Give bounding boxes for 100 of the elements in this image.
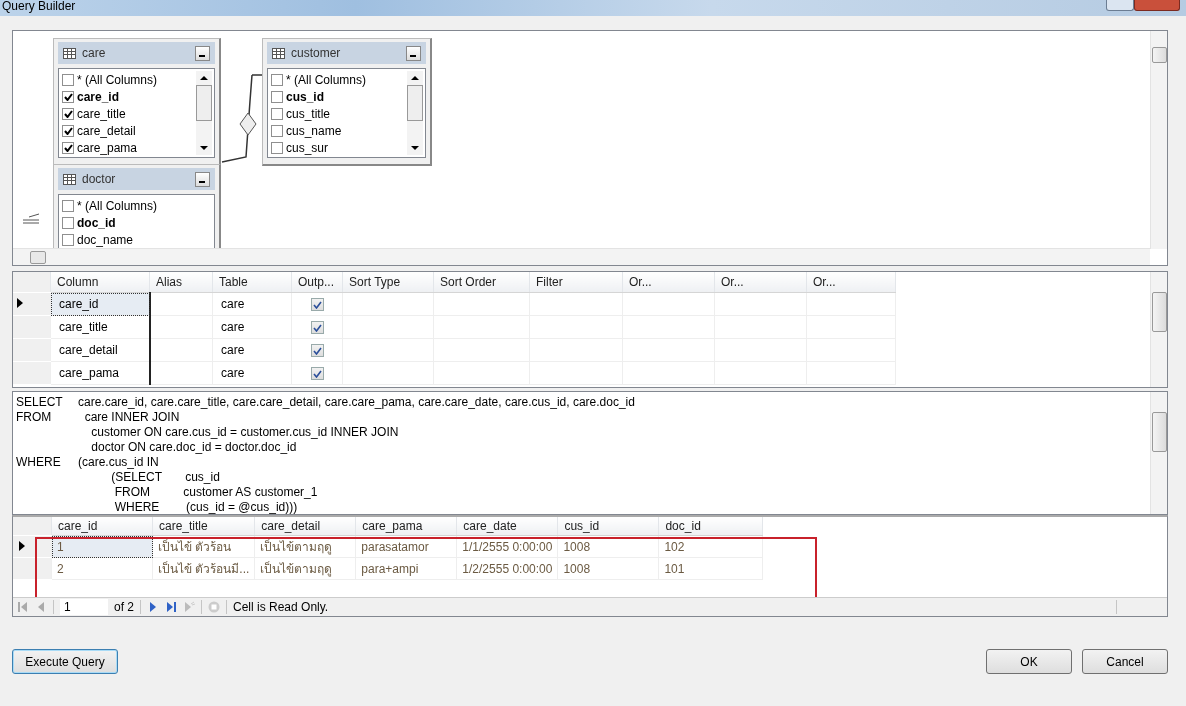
column-name[interactable]: doc_name <box>77 232 134 247</box>
table-cell[interactable] <box>149 292 213 316</box>
table-cell[interactable] <box>529 292 623 316</box>
table-cell[interactable]: parasatamor <box>355 535 457 558</box>
cancel-button[interactable]: Cancel <box>1082 649 1168 674</box>
table-cell[interactable]: 2 <box>51 557 153 580</box>
column-header[interactable]: care_id <box>51 517 153 536</box>
checkbox[interactable] <box>310 321 324 335</box>
column-header[interactable]: Sort Type <box>342 272 434 293</box>
ok-button[interactable]: OK <box>986 649 1072 674</box>
column-name[interactable]: cus_id <box>286 89 324 104</box>
checkbox[interactable] <box>271 107 283 120</box>
horizontal-scrollbar[interactable] <box>13 248 1150 265</box>
column-name[interactable]: care_id <box>77 89 120 104</box>
column-header[interactable]: Table <box>212 272 292 293</box>
minimize-button[interactable] <box>195 45 210 61</box>
checkbox[interactable] <box>62 216 74 229</box>
column-name[interactable]: * (All Columns) <box>77 198 157 213</box>
checkbox[interactable] <box>62 73 74 86</box>
stop-icon[interactable] <box>208 601 220 614</box>
table-cell[interactable]: 102 <box>658 535 763 558</box>
checkbox[interactable] <box>271 90 283 103</box>
column-header[interactable]: Sort Order <box>433 272 530 293</box>
column-name[interactable]: care_pama <box>77 140 138 155</box>
table-cell[interactable] <box>714 292 807 316</box>
column-name[interactable]: care_detail <box>77 123 136 138</box>
table-cell[interactable] <box>342 292 434 316</box>
column-header[interactable]: care_title <box>152 517 255 536</box>
table-cell[interactable] <box>149 338 213 362</box>
column-header[interactable]: Column <box>50 272 150 293</box>
column-name[interactable]: cus_name <box>286 123 342 138</box>
row-header[interactable] <box>13 292 51 316</box>
checkbox[interactable] <box>62 141 74 154</box>
column-name[interactable]: doc_id <box>77 215 116 230</box>
table-cell[interactable]: 101 <box>658 557 763 580</box>
table-cell[interactable] <box>291 292 343 316</box>
column-name[interactable]: cus_sur <box>286 140 329 155</box>
table-cell[interactable]: เป็นไข้ ตัวร้อน <box>152 535 255 558</box>
vertical-scrollbar[interactable] <box>1150 31 1167 249</box>
vertical-scrollbar[interactable] <box>196 71 212 155</box>
column-header[interactable]: care_date <box>456 517 558 536</box>
column-name[interactable]: * (All Columns) <box>77 72 157 87</box>
table-cell[interactable]: 1008 <box>557 535 659 558</box>
table-cell[interactable]: para+ampi <box>355 557 457 580</box>
checkbox[interactable] <box>310 298 324 312</box>
table-cell[interactable]: care <box>212 292 292 316</box>
column-header[interactable]: care_pama <box>355 517 457 536</box>
column-name[interactable]: cus_title <box>286 106 331 121</box>
column-header[interactable]: Outp... <box>291 272 343 293</box>
minimize-button[interactable] <box>406 45 421 61</box>
table-cell[interactable]: เป็นไข้ ตัวร้อนมี... <box>152 557 255 580</box>
column-header[interactable]: Or... <box>714 272 807 293</box>
table-cell[interactable]: care <box>212 315 292 339</box>
first-icon[interactable] <box>17 601 29 614</box>
column-header[interactable]: care_detail <box>254 517 356 536</box>
table-cell[interactable]: 1/2/2555 0:00:00 <box>456 557 558 580</box>
vertical-scrollbar[interactable] <box>1150 272 1167 387</box>
table-cell[interactable]: care <box>212 338 292 362</box>
table-cell[interactable]: เป็นไข้ตามฤดู <box>254 557 356 580</box>
table-cell[interactable] <box>622 292 715 316</box>
column-header[interactable]: doc_id <box>658 517 763 536</box>
execute-query-button[interactable]: Execute Query <box>12 649 118 674</box>
vertical-scrollbar[interactable] <box>407 71 423 155</box>
checkbox[interactable] <box>271 124 283 137</box>
table-cell[interactable]: care_title <box>50 315 150 339</box>
table-cell[interactable] <box>149 315 213 339</box>
minimize-button[interactable] <box>195 171 210 187</box>
column-header[interactable]: Alias <box>149 272 213 293</box>
checkbox[interactable] <box>310 344 324 358</box>
checkbox[interactable] <box>62 124 74 137</box>
checkbox[interactable] <box>62 199 74 212</box>
table-cell[interactable]: 1/1/2555 0:00:00 <box>456 535 558 558</box>
vertical-scrollbar[interactable] <box>1150 392 1167 514</box>
checkbox[interactable] <box>271 73 283 86</box>
column-header[interactable]: Or... <box>806 272 896 293</box>
table-cell[interactable]: care_pama <box>50 361 150 385</box>
table-cell[interactable] <box>291 361 343 385</box>
position-field[interactable]: 1 <box>60 599 108 616</box>
new-row-icon[interactable] <box>183 601 195 614</box>
table-cell[interactable]: care <box>212 361 292 385</box>
close-button[interactable] <box>1134 0 1180 11</box>
checkbox[interactable] <box>62 107 74 120</box>
column-name[interactable]: care_title <box>77 106 126 121</box>
table-cell[interactable] <box>806 292 896 316</box>
last-icon[interactable] <box>165 601 177 614</box>
column-header[interactable]: Filter <box>529 272 623 293</box>
table-cell[interactable] <box>291 338 343 362</box>
checkbox[interactable] <box>310 367 324 381</box>
column-header[interactable]: Or... <box>622 272 715 293</box>
table-cell[interactable]: care_detail <box>50 338 150 362</box>
table-cell[interactable] <box>149 361 213 385</box>
table-cell[interactable]: เป็นไข้ตามฤดู <box>254 535 356 558</box>
table-cell[interactable] <box>433 292 530 316</box>
checkbox[interactable] <box>62 90 74 103</box>
column-name[interactable]: * (All Columns) <box>286 72 366 87</box>
table-cell[interactable] <box>291 315 343 339</box>
table-cell[interactable]: 1008 <box>557 557 659 580</box>
checkbox[interactable] <box>271 141 283 154</box>
checkbox[interactable] <box>62 233 74 246</box>
column-header[interactable]: cus_id <box>557 517 659 536</box>
